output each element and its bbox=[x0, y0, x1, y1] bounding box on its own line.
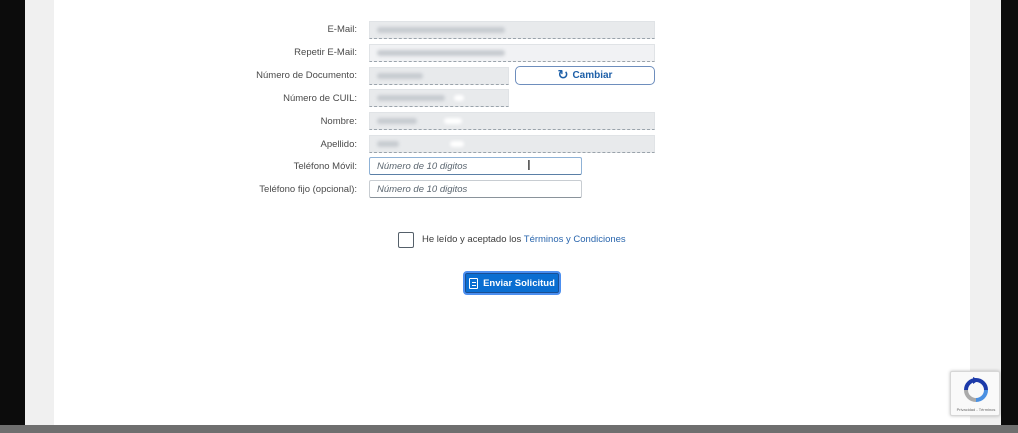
right-page-shade bbox=[970, 0, 1001, 425]
last-name-label: Apellido: bbox=[320, 139, 357, 150]
document-number-field[interactable] bbox=[369, 67, 509, 85]
text-cursor-icon: I bbox=[527, 159, 531, 174]
landline-phone-placeholder: Número de 10 digitos bbox=[377, 184, 468, 195]
recaptcha-icon bbox=[964, 377, 988, 402]
landline-phone-label: Teléfono fijo (opcional): bbox=[259, 184, 357, 195]
right-dark-gutter bbox=[1001, 0, 1018, 433]
email-field[interactable] bbox=[369, 21, 655, 39]
form-page bbox=[54, 0, 970, 425]
terms-prefix: He leído y aceptado los bbox=[422, 234, 522, 245]
bottom-bar bbox=[0, 425, 1018, 433]
document-icon bbox=[469, 277, 479, 289]
submit-request-button[interactable]: Enviar Solicitud bbox=[463, 271, 561, 295]
terms-link[interactable]: Términos y Condiciones bbox=[524, 234, 626, 245]
repeat-email-label: Repetir E-Mail: bbox=[294, 47, 357, 58]
left-page-shade bbox=[25, 0, 54, 425]
blurred-email-value bbox=[377, 50, 505, 56]
terms-checkbox[interactable] bbox=[398, 232, 414, 248]
landline-phone-input[interactable]: Número de 10 digitos bbox=[369, 180, 582, 198]
mobile-phone-placeholder: Número de 10 digitos bbox=[377, 161, 468, 172]
cambiar-label: Cambiar bbox=[572, 70, 613, 81]
blurred-first-name-value bbox=[377, 118, 417, 124]
repeat-email-field[interactable] bbox=[369, 44, 655, 62]
blur-gap bbox=[454, 95, 464, 101]
blurred-last-name-value bbox=[377, 141, 399, 147]
email-label: E-Mail: bbox=[327, 24, 357, 35]
left-dark-gutter bbox=[0, 0, 25, 433]
last-name-field[interactable] bbox=[369, 135, 655, 153]
cambiar-button[interactable]: ↻ Cambiar bbox=[515, 66, 655, 85]
document-number-label: Número de Documento: bbox=[256, 70, 357, 81]
recaptcha-legal[interactable]: Privacidad - Términos bbox=[953, 407, 999, 412]
recaptcha-badge[interactable]: Privacidad - Términos bbox=[950, 371, 1000, 416]
blurred-document-value bbox=[377, 73, 423, 79]
blurred-cuil-value bbox=[377, 95, 445, 101]
submit-request-label: Enviar Solicitud bbox=[483, 277, 555, 289]
mobile-phone-input[interactable]: Número de 10 digitos bbox=[369, 157, 582, 175]
first-name-label: Nombre: bbox=[320, 116, 357, 127]
cuil-number-field[interactable] bbox=[369, 89, 509, 107]
blurred-email-value bbox=[377, 27, 505, 33]
blur-gap bbox=[444, 118, 462, 124]
cuil-number-label: Número de CUIL: bbox=[283, 93, 357, 104]
blur-gap bbox=[450, 141, 464, 147]
terms-text: He leído y aceptado los Términos y Condi… bbox=[422, 234, 626, 245]
first-name-field[interactable] bbox=[369, 112, 655, 130]
refresh-icon: ↻ bbox=[557, 68, 569, 83]
mobile-phone-label: Teléfono Móvil: bbox=[293, 161, 357, 172]
